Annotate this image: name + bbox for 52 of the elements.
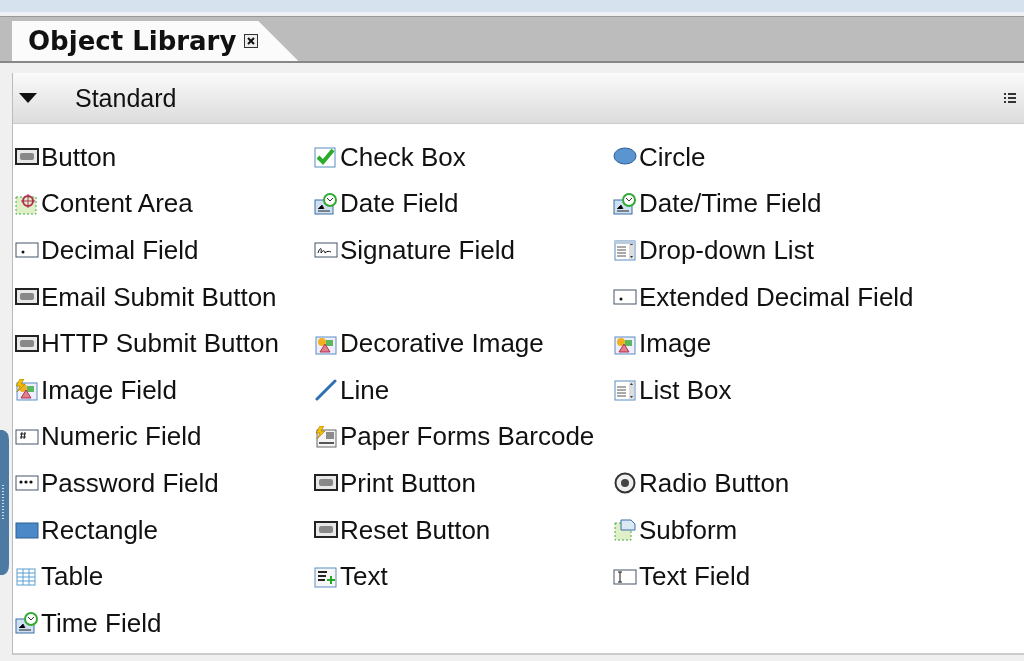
library-item[interactable]: Signature Field <box>314 227 613 274</box>
text-icon <box>314 565 338 588</box>
library-item[interactable]: Drop-down List <box>613 227 912 274</box>
panel-tab[interactable]: Object Library <box>12 21 299 61</box>
calendar-clock-icon <box>15 612 39 635</box>
library-item[interactable]: Check Box <box>314 134 613 181</box>
close-icon[interactable] <box>244 34 259 48</box>
library-item[interactable]: Text <box>314 553 613 600</box>
library-item[interactable]: Print Button <box>314 460 613 507</box>
library-item[interactable]: Circle <box>613 134 912 181</box>
library-item[interactable]: Radio Button <box>613 460 912 507</box>
library-item[interactable]: Line <box>314 366 613 414</box>
library-item[interactable]: Content Area <box>15 180 314 228</box>
library-item[interactable]: HTTP Submit Button <box>15 320 314 367</box>
subform-icon <box>613 519 637 542</box>
library-item[interactable]: Decimal Field <box>15 227 314 274</box>
barcode-icon <box>314 425 338 448</box>
section-header[interactable]: Standard <box>13 73 1024 124</box>
section-title: Standard <box>75 83 177 113</box>
side-panel-handle[interactable] <box>0 430 9 575</box>
library-item[interactable]: Text Field <box>613 553 912 600</box>
ok-button-icon <box>15 332 39 355</box>
list-box-icon <box>613 379 637 402</box>
radio-icon <box>613 472 637 495</box>
library-item[interactable]: Subform <box>613 506 912 554</box>
library-item[interactable]: Numeric Field <box>15 413 314 461</box>
content-area-icon <box>15 192 39 215</box>
checkbox-icon <box>314 146 338 169</box>
calendar-clock-icon <box>314 192 338 215</box>
library-item[interactable]: Date Field <box>314 180 613 228</box>
library-item[interactable]: Time Field <box>15 599 314 647</box>
table-icon <box>15 565 39 588</box>
library-item[interactable]: Extended Decimal Field <box>613 273 912 321</box>
library-item[interactable]: Image <box>613 320 912 367</box>
library-item[interactable]: Email Submit Button <box>15 273 314 321</box>
library-item[interactable]: Button <box>15 134 314 181</box>
library-item[interactable]: Paper Forms Barcode <box>314 413 613 461</box>
collapse-triangle-icon[interactable] <box>19 92 37 104</box>
library-item[interactable]: Reset Button <box>314 506 613 554</box>
library-item[interactable]: Decorative Image <box>314 320 613 367</box>
calendar-clock-icon <box>613 192 637 215</box>
image-field-icon <box>15 379 39 402</box>
library-item[interactable]: Date/Time Field <box>613 180 912 228</box>
library-item[interactable]: Image Field <box>15 366 314 414</box>
library-item[interactable]: List Box <box>613 366 912 414</box>
library-item[interactable]: Password Field <box>15 460 314 507</box>
dropdown-list-icon <box>613 239 637 262</box>
library-item[interactable]: Rectangle <box>15 506 314 554</box>
line-icon <box>314 379 338 402</box>
library-item[interactable]: Table <box>15 553 314 600</box>
rectangle-icon <box>15 519 39 542</box>
list-menu-icon[interactable] <box>1004 93 1016 103</box>
